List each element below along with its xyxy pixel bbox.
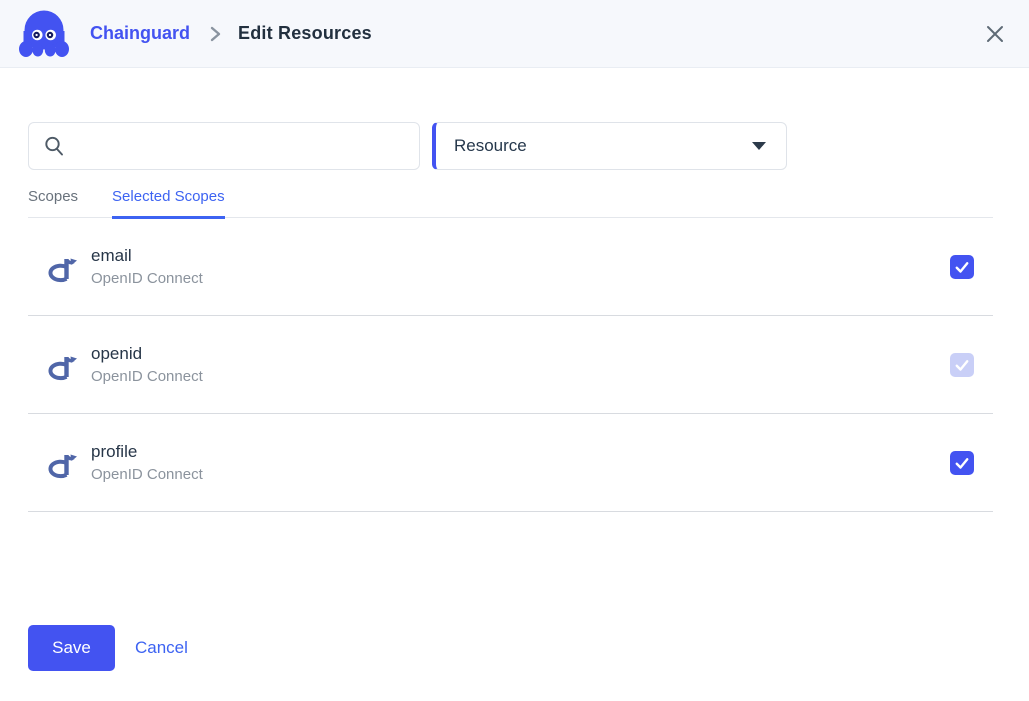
scope-provider: OpenID Connect (91, 270, 203, 287)
search-input[interactable] (75, 137, 405, 155)
scope-name: email (91, 246, 203, 266)
openid-connect-icon (45, 247, 77, 287)
scope-text: openid OpenID Connect (91, 344, 203, 385)
chevron-right-icon (208, 26, 222, 42)
save-button[interactable]: Save (28, 625, 115, 671)
scope-row: openid OpenID Connect (28, 316, 993, 414)
scope-row: profile OpenID Connect (28, 414, 993, 512)
filter-bar: Resource (28, 122, 993, 170)
modal-header: Chainguard Edit Resources (0, 0, 1029, 68)
brand-link[interactable]: Chainguard (90, 23, 190, 44)
scope-checkbox (950, 353, 974, 377)
scope-checkbox[interactable] (950, 255, 974, 279)
page-title: Edit Resources (238, 23, 372, 44)
tab-scopes[interactable]: Scopes (28, 188, 78, 217)
chainguard-octopus-logo-icon (16, 9, 72, 59)
scope-name: openid (91, 344, 203, 364)
scope-provider: OpenID Connect (91, 368, 203, 385)
resource-dropdown-label: Resource (454, 136, 527, 156)
openid-connect-icon (45, 443, 77, 483)
tab-bar: Scopes Selected Scopes (28, 188, 993, 218)
modal-body: Resource Scopes Selected Scopes email Ope… (28, 122, 993, 671)
action-bar: Save Cancel (28, 625, 993, 671)
resource-dropdown[interactable]: Resource (432, 122, 787, 170)
cancel-link[interactable]: Cancel (135, 638, 188, 658)
scope-name: profile (91, 442, 203, 462)
scope-provider: OpenID Connect (91, 466, 203, 483)
close-icon[interactable] (981, 20, 1009, 48)
scope-list: email OpenID Connect openid OpenID Conne… (28, 218, 993, 512)
scope-text: email OpenID Connect (91, 246, 203, 287)
search-box (28, 122, 420, 170)
scope-checkbox[interactable] (950, 451, 974, 475)
scope-text: profile OpenID Connect (91, 442, 203, 483)
caret-down-icon (752, 142, 766, 150)
tab-selected-scopes[interactable]: Selected Scopes (112, 188, 225, 219)
scope-row: email OpenID Connect (28, 218, 993, 316)
openid-connect-icon (45, 345, 77, 385)
search-icon (43, 135, 65, 157)
